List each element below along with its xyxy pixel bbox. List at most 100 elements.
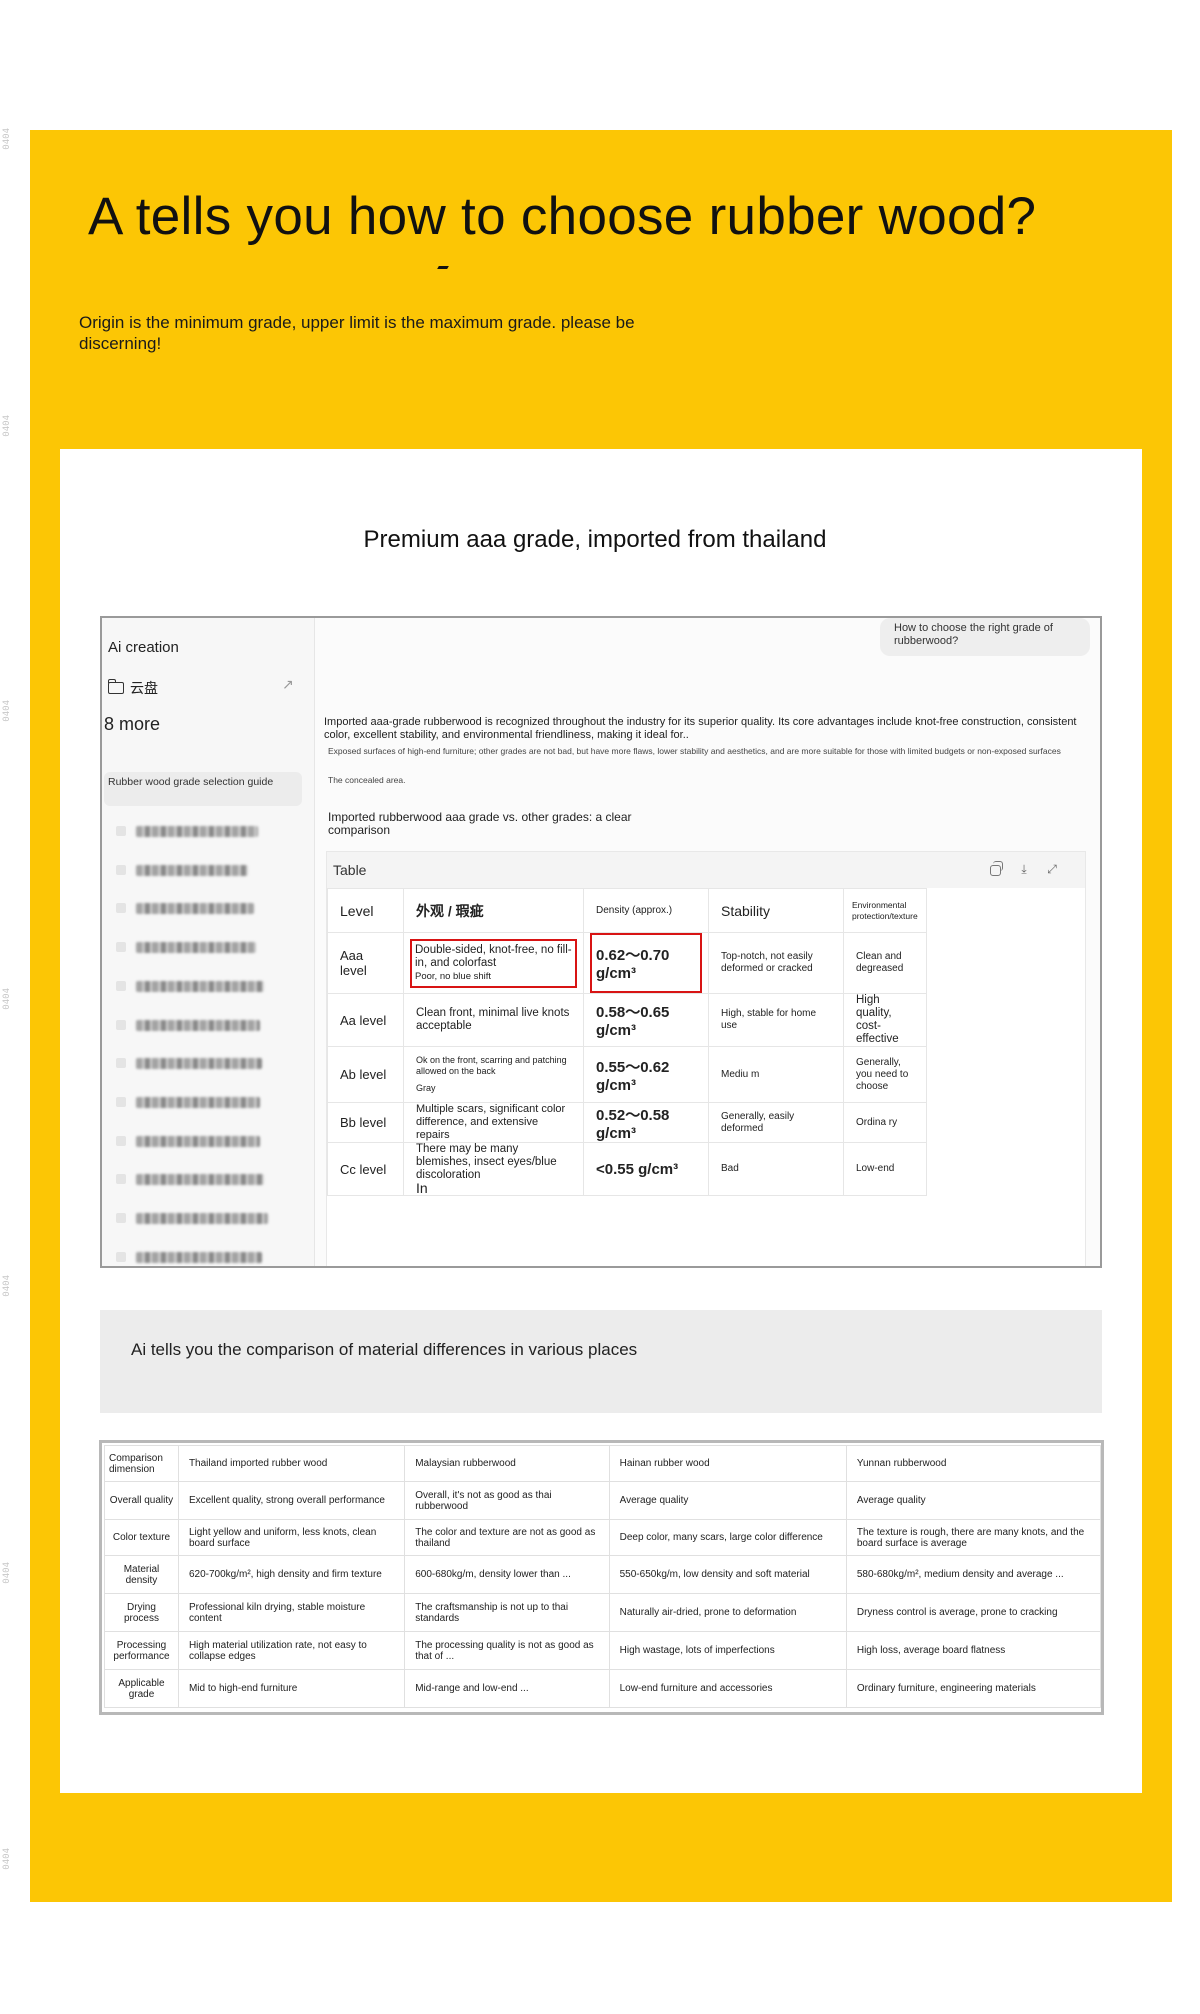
sidebar-history-item[interactable]	[112, 1094, 302, 1110]
cell-line: Ok on the front, scarring and patching a…	[416, 1055, 567, 1076]
chat-icon	[116, 1019, 126, 1030]
user-question-bubble: How to choose the right grade of rubberw…	[880, 618, 1090, 656]
comparison-callout: Ai tells you the comparison of material …	[100, 1310, 1102, 1413]
table-cell: Excellent quality, strong overall perfor…	[177, 1481, 406, 1520]
table-cell: Ab level	[327, 1046, 404, 1103]
chat-icon	[116, 1174, 126, 1185]
table-row: Drying process Professional kiln drying, …	[104, 1593, 1102, 1632]
region-comparison-frame: Comparison dimension Thailand imported r…	[99, 1440, 1104, 1715]
sidebar-history-item[interactable]	[112, 862, 302, 878]
chat-icon	[116, 864, 126, 875]
side-mark: 0404	[2, 1848, 12, 1870]
chat-icon	[116, 1213, 126, 1223]
table-cell: High, stable for home use	[708, 993, 844, 1047]
table-cell-highlighted: Double-sided, knot-free, no fill-in, and…	[403, 932, 584, 994]
table-cell: Multiple scars, significant color differ…	[403, 1102, 584, 1143]
page-subtitle: Origin is the minimum grade, upper limit…	[79, 313, 635, 353]
sidebar-history-item[interactable]	[112, 1210, 302, 1226]
table-header: Hainan rubber wood	[608, 1445, 847, 1482]
table-cell: Dryness control is average, prone to cra…	[845, 1593, 1102, 1632]
table-header: 外观 / 瑕疵	[403, 888, 584, 933]
sidebar-history-item[interactable]	[112, 1171, 302, 1187]
chat-icon	[116, 903, 126, 914]
table-cell: Top-notch, not easily deformed or cracke…	[708, 932, 844, 994]
region-comparison-table: Comparison dimension Thailand imported r…	[104, 1445, 1102, 1708]
comparison-body: Overall quality Excellent quality, strong…	[104, 1481, 1102, 1708]
answer-detail: Exposed surfaces of high-end furniture; …	[328, 746, 1061, 756]
table-cell: Professional kiln drying, stable moistur…	[177, 1593, 406, 1632]
table-row: Material density 620-700kg/m², high densi…	[104, 1555, 1102, 1594]
sidebar-item-cloud[interactable]: 云盘	[108, 678, 158, 698]
table-cell: Bb level	[327, 1102, 404, 1143]
table-cell: 550-650kg/m, low density and soft materi…	[608, 1555, 847, 1594]
table-cell: High quality, cost-effective	[843, 993, 927, 1047]
highlight-box: 0.62～0.70 g/cm³	[590, 933, 702, 993]
table-cell: High loss, average board flatness	[845, 1631, 1102, 1670]
table-cell: 600-680kg/m, density lower than ...	[404, 1555, 610, 1594]
table-cell: High material utilization rate, not easy…	[177, 1631, 406, 1670]
table-header: Level	[327, 888, 404, 933]
table-cell: Light yellow and uniform, less knots, cl…	[177, 1519, 406, 1556]
table-cell: The texture is rough, there are many kno…	[845, 1519, 1102, 1556]
table-cell: Cc level	[327, 1142, 404, 1196]
chat-icon	[116, 1135, 126, 1146]
table-row: Bb level Multiple scars, significant col…	[327, 1102, 927, 1143]
ai-chat-screenshot: Ai creation 云盘 ↗ 8 more Rubber wood grad…	[100, 616, 1102, 1268]
table-header: Environmental protection/texture	[843, 888, 927, 933]
sidebar-history-item[interactable]	[112, 1017, 302, 1033]
callout-text: Ai tells you the comparison of material …	[131, 1340, 638, 1359]
grade-table-card: Table ⤓ ⤢ Level 外观 / 瑕疵 Density (approx.…	[326, 851, 1086, 1266]
row-header: Drying process	[104, 1593, 179, 1632]
table-cell: Generally, easily deformed	[708, 1102, 844, 1143]
table-cell: 620-700kg/m², high density and firm text…	[177, 1555, 406, 1594]
table-toolbar: Table ⤓ ⤢	[327, 852, 1085, 888]
table-row: Color texture Light yellow and uniform, l…	[104, 1519, 1102, 1556]
table-row: Processing performance High material util…	[104, 1631, 1102, 1670]
row-header: Processing performance	[104, 1631, 179, 1670]
sidebar-history-item[interactable]	[112, 978, 302, 994]
chat-icon	[116, 942, 126, 953]
sidebar-more[interactable]: 8 more	[104, 714, 160, 735]
grade-table: Level 外观 / 瑕疵 Density (approx.) Stabilit…	[327, 888, 927, 1196]
table-cell: Mid-range and low-end ...	[404, 1669, 610, 1708]
table-row: Ab level Ok on the front, scarring and p…	[327, 1046, 927, 1103]
sidebar-history-item[interactable]	[112, 1249, 302, 1265]
table-cell: Low-end	[843, 1142, 927, 1196]
table-cell: Generally, you need to choose	[843, 1046, 927, 1103]
table-cell: Overall, it's not as good as thai rubber…	[404, 1481, 610, 1520]
table-cell: Ordinary furniture, engineering material…	[845, 1669, 1102, 1708]
side-mark: 0404	[2, 988, 12, 1010]
blurred-title	[136, 903, 254, 915]
side-mark: 0404	[2, 1562, 12, 1584]
blurred-title	[136, 1213, 268, 1224]
sidebar-item-active[interactable]: Rubber wood grade selection guide	[104, 772, 302, 806]
side-mark: 0404	[2, 128, 12, 150]
sidebar-history-item[interactable]	[112, 823, 302, 839]
highlight-box: Double-sided, knot-free, no fill-in, and…	[410, 938, 577, 988]
sidebar-history-item[interactable]	[112, 1133, 302, 1149]
side-mark: 0404	[2, 700, 12, 722]
blurred-title	[136, 864, 248, 876]
cell-line: Gray	[416, 1083, 436, 1093]
answer-paragraph: Imported aaa-grade rubberwood is recogni…	[324, 716, 1077, 741]
table-cell: Ordina ry	[843, 1102, 927, 1143]
table-header: Stability	[708, 888, 844, 933]
copy-icon[interactable]	[990, 861, 1003, 876]
section-heading: Premium aaa grade, imported from thailan…	[363, 526, 827, 553]
table-cell: High wastage, lots of imperfections	[608, 1631, 847, 1670]
sidebar-history-item[interactable]	[112, 1055, 302, 1071]
expand-icon[interactable]: ⤢	[1045, 862, 1059, 876]
table-cell: Clean front, minimal live knots acceptab…	[403, 993, 584, 1047]
download-icon[interactable]: ⤓	[1017, 862, 1031, 876]
sidebar-history-item[interactable]	[112, 900, 302, 916]
sidebar-brand[interactable]: Ai creation	[108, 639, 179, 656]
table-cell: 580-680kg/m², medium density and average…	[845, 1555, 1102, 1594]
cell-line: There may be many blemishes, insect eyes…	[416, 1143, 557, 1182]
table-cell: The processing quality is not as good as…	[404, 1631, 610, 1670]
blurred-title	[136, 942, 256, 954]
table-cell: 0.52～0.58 g/cm³	[583, 1102, 709, 1143]
sidebar: Ai creation 云盘 ↗ 8 more Rubber wood grad…	[102, 618, 315, 1266]
table-cell: Naturally air-dried, prone to deformatio…	[608, 1593, 847, 1632]
arrow-up-right-icon[interactable]: ↗	[282, 676, 294, 693]
sidebar-history-item[interactable]	[112, 939, 302, 955]
